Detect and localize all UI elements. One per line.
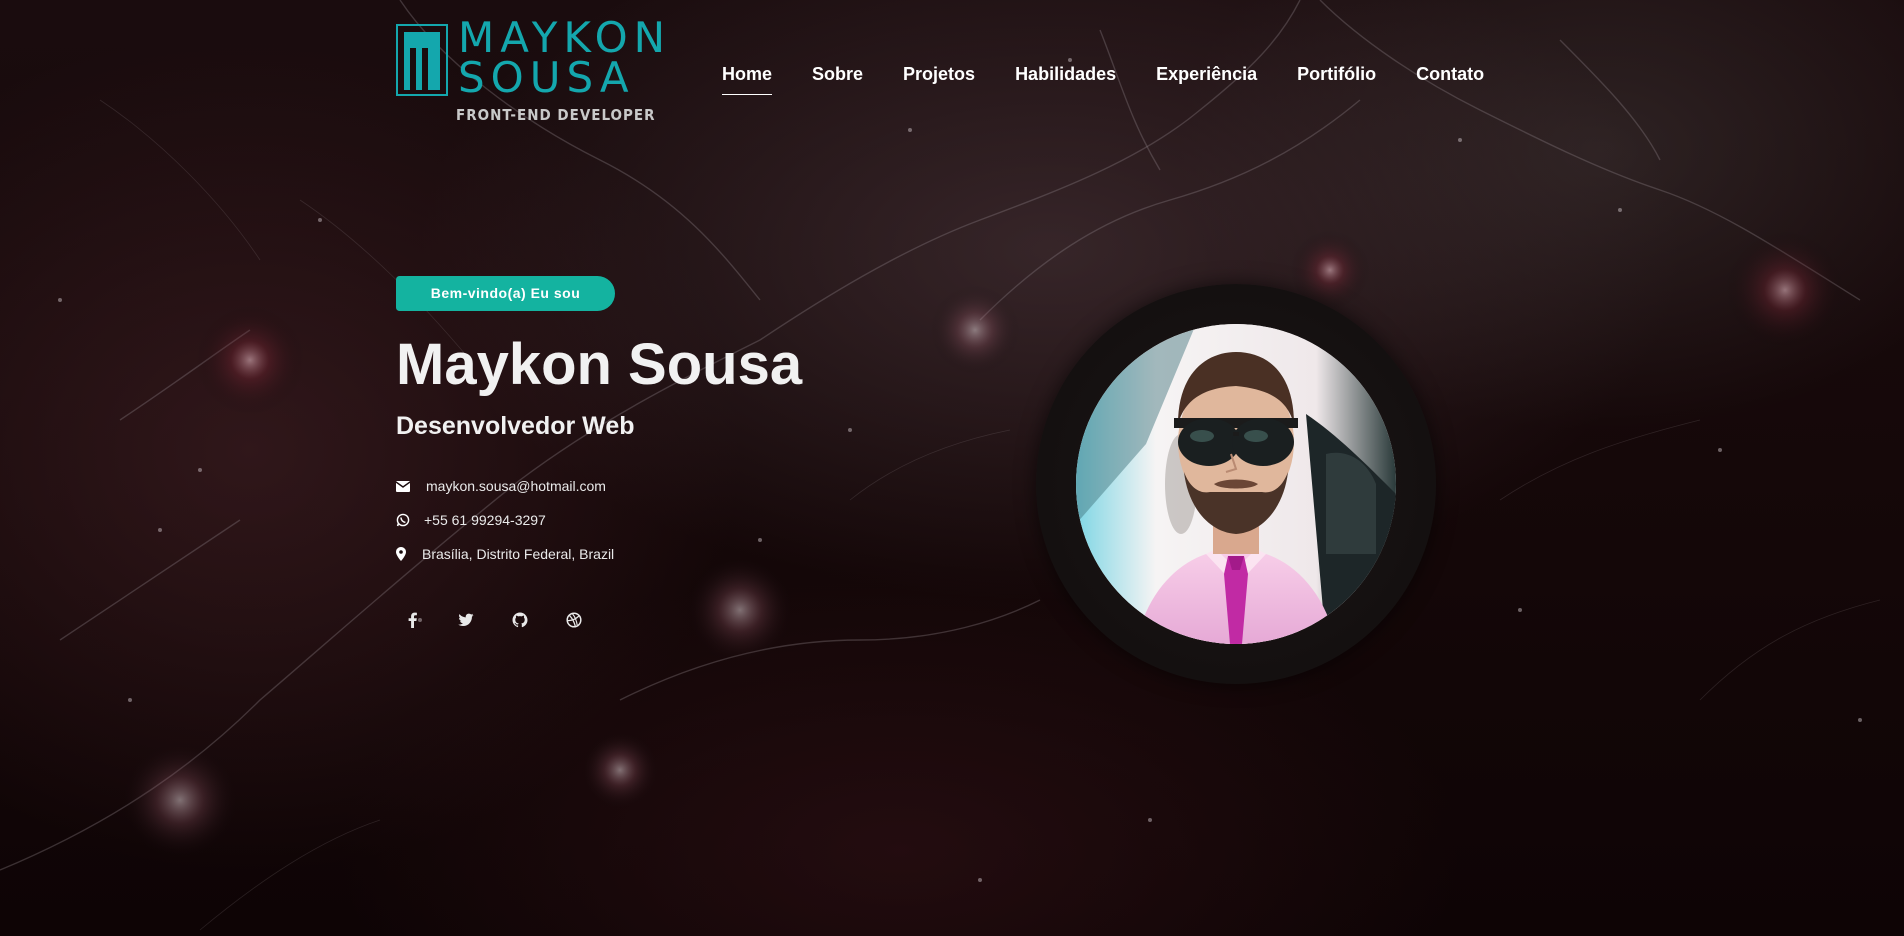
- contact-location-text: Brasília, Distrito Federal, Brazil: [422, 546, 615, 562]
- social-links: [404, 611, 620, 629]
- nav-item-home[interactable]: Home: [722, 64, 773, 95]
- hero-role: Desenvolvedor Web: [396, 412, 635, 440]
- hero-section: MAYKON SOUSA FRONT-END DEVELOPER Home So…: [0, 0, 1904, 936]
- contact-location: Brasília, Distrito Federal, Brazil: [396, 546, 614, 562]
- nav-item-habilidades[interactable]: Habilidades: [1015, 64, 1116, 85]
- contact-phone: +55 61 99294-3297: [396, 512, 546, 528]
- logo-tagline: FRONT-END DEVELOPER: [456, 106, 656, 124]
- dribbble-icon[interactable]: [566, 611, 582, 629]
- contact-email-text[interactable]: maykon.sousa@hotmail.com: [426, 478, 606, 494]
- whatsapp-icon: [396, 513, 412, 527]
- site-logo[interactable]: MAYKON SOUSA FRONT-END DEVELOPER: [396, 17, 696, 127]
- logo-name-line1: MAYKON: [458, 13, 672, 62]
- nav-item-contato[interactable]: Contato: [1416, 64, 1484, 85]
- contact-email: maykon.sousa@hotmail.com: [395, 478, 606, 494]
- envelope-icon: [395, 479, 412, 493]
- nav-item-sobre[interactable]: Sobre: [812, 64, 863, 85]
- avatar-frame: [1036, 284, 1436, 684]
- nav-item-portifolio[interactable]: Portifólio: [1297, 64, 1376, 85]
- nav-item-experiencia[interactable]: Experiência: [1156, 64, 1257, 85]
- logo-name: MAYKON SOUSA: [458, 13, 672, 102]
- twitter-icon[interactable]: [458, 611, 474, 629]
- nav-item-projetos[interactable]: Projetos: [903, 64, 975, 85]
- contact-phone-text[interactable]: +55 61 99294-3297: [424, 512, 546, 528]
- map-marker-icon: [396, 547, 412, 561]
- logo-name-line2: SOUSA: [458, 53, 635, 102]
- main-nav: Home Sobre Projetos Habilidades Experiên…: [722, 64, 1524, 95]
- logo-monogram-icon: [396, 24, 448, 96]
- welcome-badge: Bem-vindo(a) Eu sou: [396, 276, 615, 311]
- profile-photo: [1076, 324, 1396, 644]
- hero-name: Maykon Sousa: [396, 332, 803, 397]
- github-icon[interactable]: [512, 611, 528, 629]
- facebook-icon[interactable]: [404, 611, 420, 629]
- background-network-art: [0, 0, 1881, 931]
